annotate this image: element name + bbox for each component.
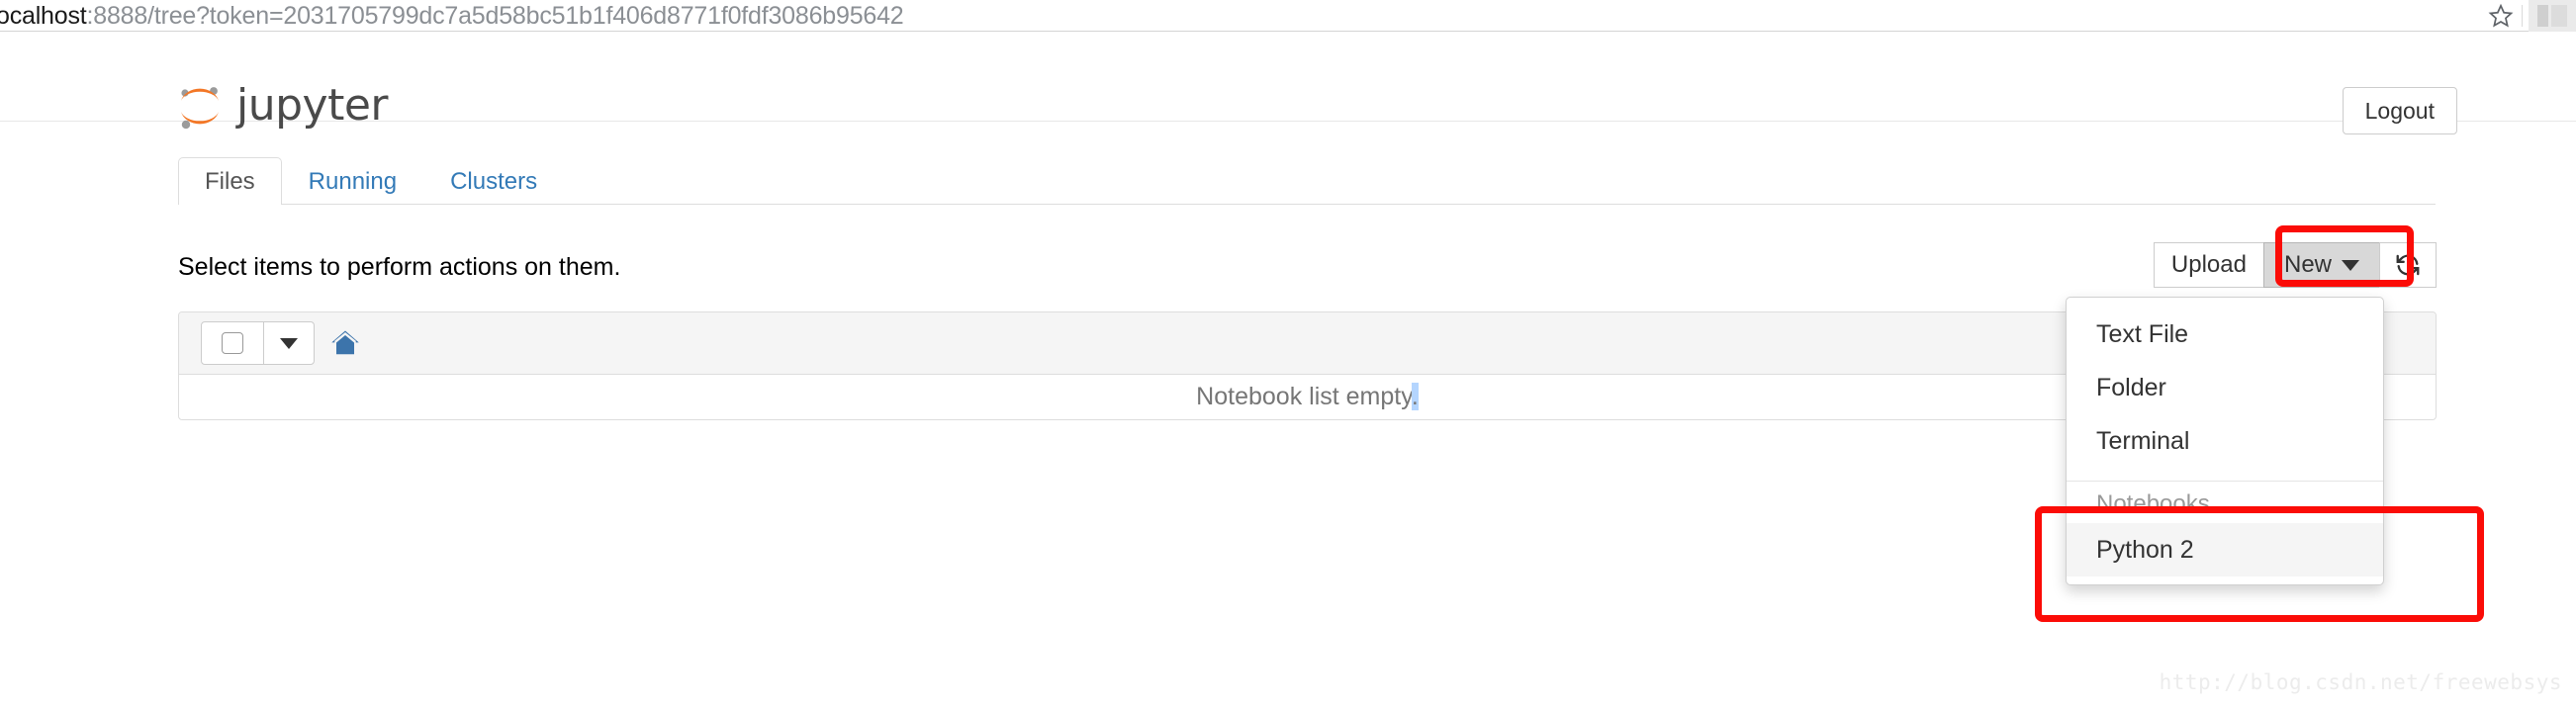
select-all-dropdown-button[interactable]: [264, 322, 314, 364]
menu-item-folder[interactable]: Folder: [2067, 361, 2383, 414]
menu-item-python-2[interactable]: Python 2: [2067, 523, 2383, 576]
browser-toolbar-icons: [2484, 0, 2576, 32]
chevron-down-icon: [2342, 259, 2359, 271]
empty-message-text: Notebook list empty: [1196, 383, 1412, 410]
refresh-button[interactable]: [2379, 242, 2437, 288]
new-button[interactable]: New: [2262, 242, 2380, 288]
upload-button[interactable]: Upload: [2153, 242, 2264, 288]
panel-icon-left: [2537, 5, 2549, 27]
menu-item-text-file[interactable]: Text File: [2067, 308, 2383, 361]
checkbox-box: [222, 332, 243, 354]
url-text[interactable]: ocalhost:8888/tree?token=2031705799dc7a5…: [0, 0, 904, 32]
star-icon[interactable]: [2484, 0, 2518, 32]
chevron-down-icon: [280, 337, 298, 349]
new-button-label: New: [2283, 251, 2332, 278]
menu-item-terminal[interactable]: Terminal: [2067, 414, 2383, 468]
logout-button[interactable]: Logout: [2342, 87, 2457, 134]
select-items-hint: Select items to perform actions on them.: [178, 253, 621, 281]
page-root: ocalhost:8888/tree?token=2031705799dc7a5…: [0, 0, 2576, 708]
select-all-group[interactable]: [201, 321, 315, 365]
menu-divider: [2067, 481, 2383, 482]
tab-clusters[interactable]: Clusters: [423, 157, 564, 205]
notebook-list-empty-message: Notebook list empty.: [1196, 383, 1419, 411]
watermark: http://blog.csdn.net/freewebsys: [2159, 670, 2562, 694]
toolbar-divider: [2522, 5, 2523, 27]
empty-message-selected-char: .: [1411, 383, 1419, 410]
tab-bar: Files Running Clusters: [178, 157, 2436, 205]
browser-address-bar[interactable]: ocalhost:8888/tree?token=2031705799dc7a5…: [0, 0, 2576, 32]
url-host: ocalhost: [0, 1, 87, 30]
jupyter-brand[interactable]: jupyter: [176, 80, 389, 131]
url-path: :8888/tree?token=2031705799dc7a5d58bc51b…: [86, 1, 904, 30]
refresh-icon: [2396, 254, 2420, 276]
menu-section-notebooks: Notebooks: [2096, 490, 2210, 517]
new-dropdown-menu: Text File Folder Terminal Notebooks Pyth…: [2066, 297, 2384, 585]
jupyter-wordmark: jupyter: [236, 80, 389, 131]
tab-files[interactable]: Files: [178, 157, 282, 205]
action-row: Select items to perform actions on them.…: [178, 237, 2437, 297]
select-all-checkbox[interactable]: [202, 322, 264, 364]
jupyter-header: jupyter Logout: [0, 33, 2576, 134]
jupyter-logo-icon: [176, 81, 224, 131]
home-icon[interactable]: [330, 329, 360, 357]
file-actions-button-group: Upload New: [2153, 242, 2437, 288]
panel-icon-right: [2551, 5, 2567, 27]
tab-running[interactable]: Running: [282, 157, 423, 205]
browser-panel-icon[interactable]: [2529, 0, 2576, 32]
